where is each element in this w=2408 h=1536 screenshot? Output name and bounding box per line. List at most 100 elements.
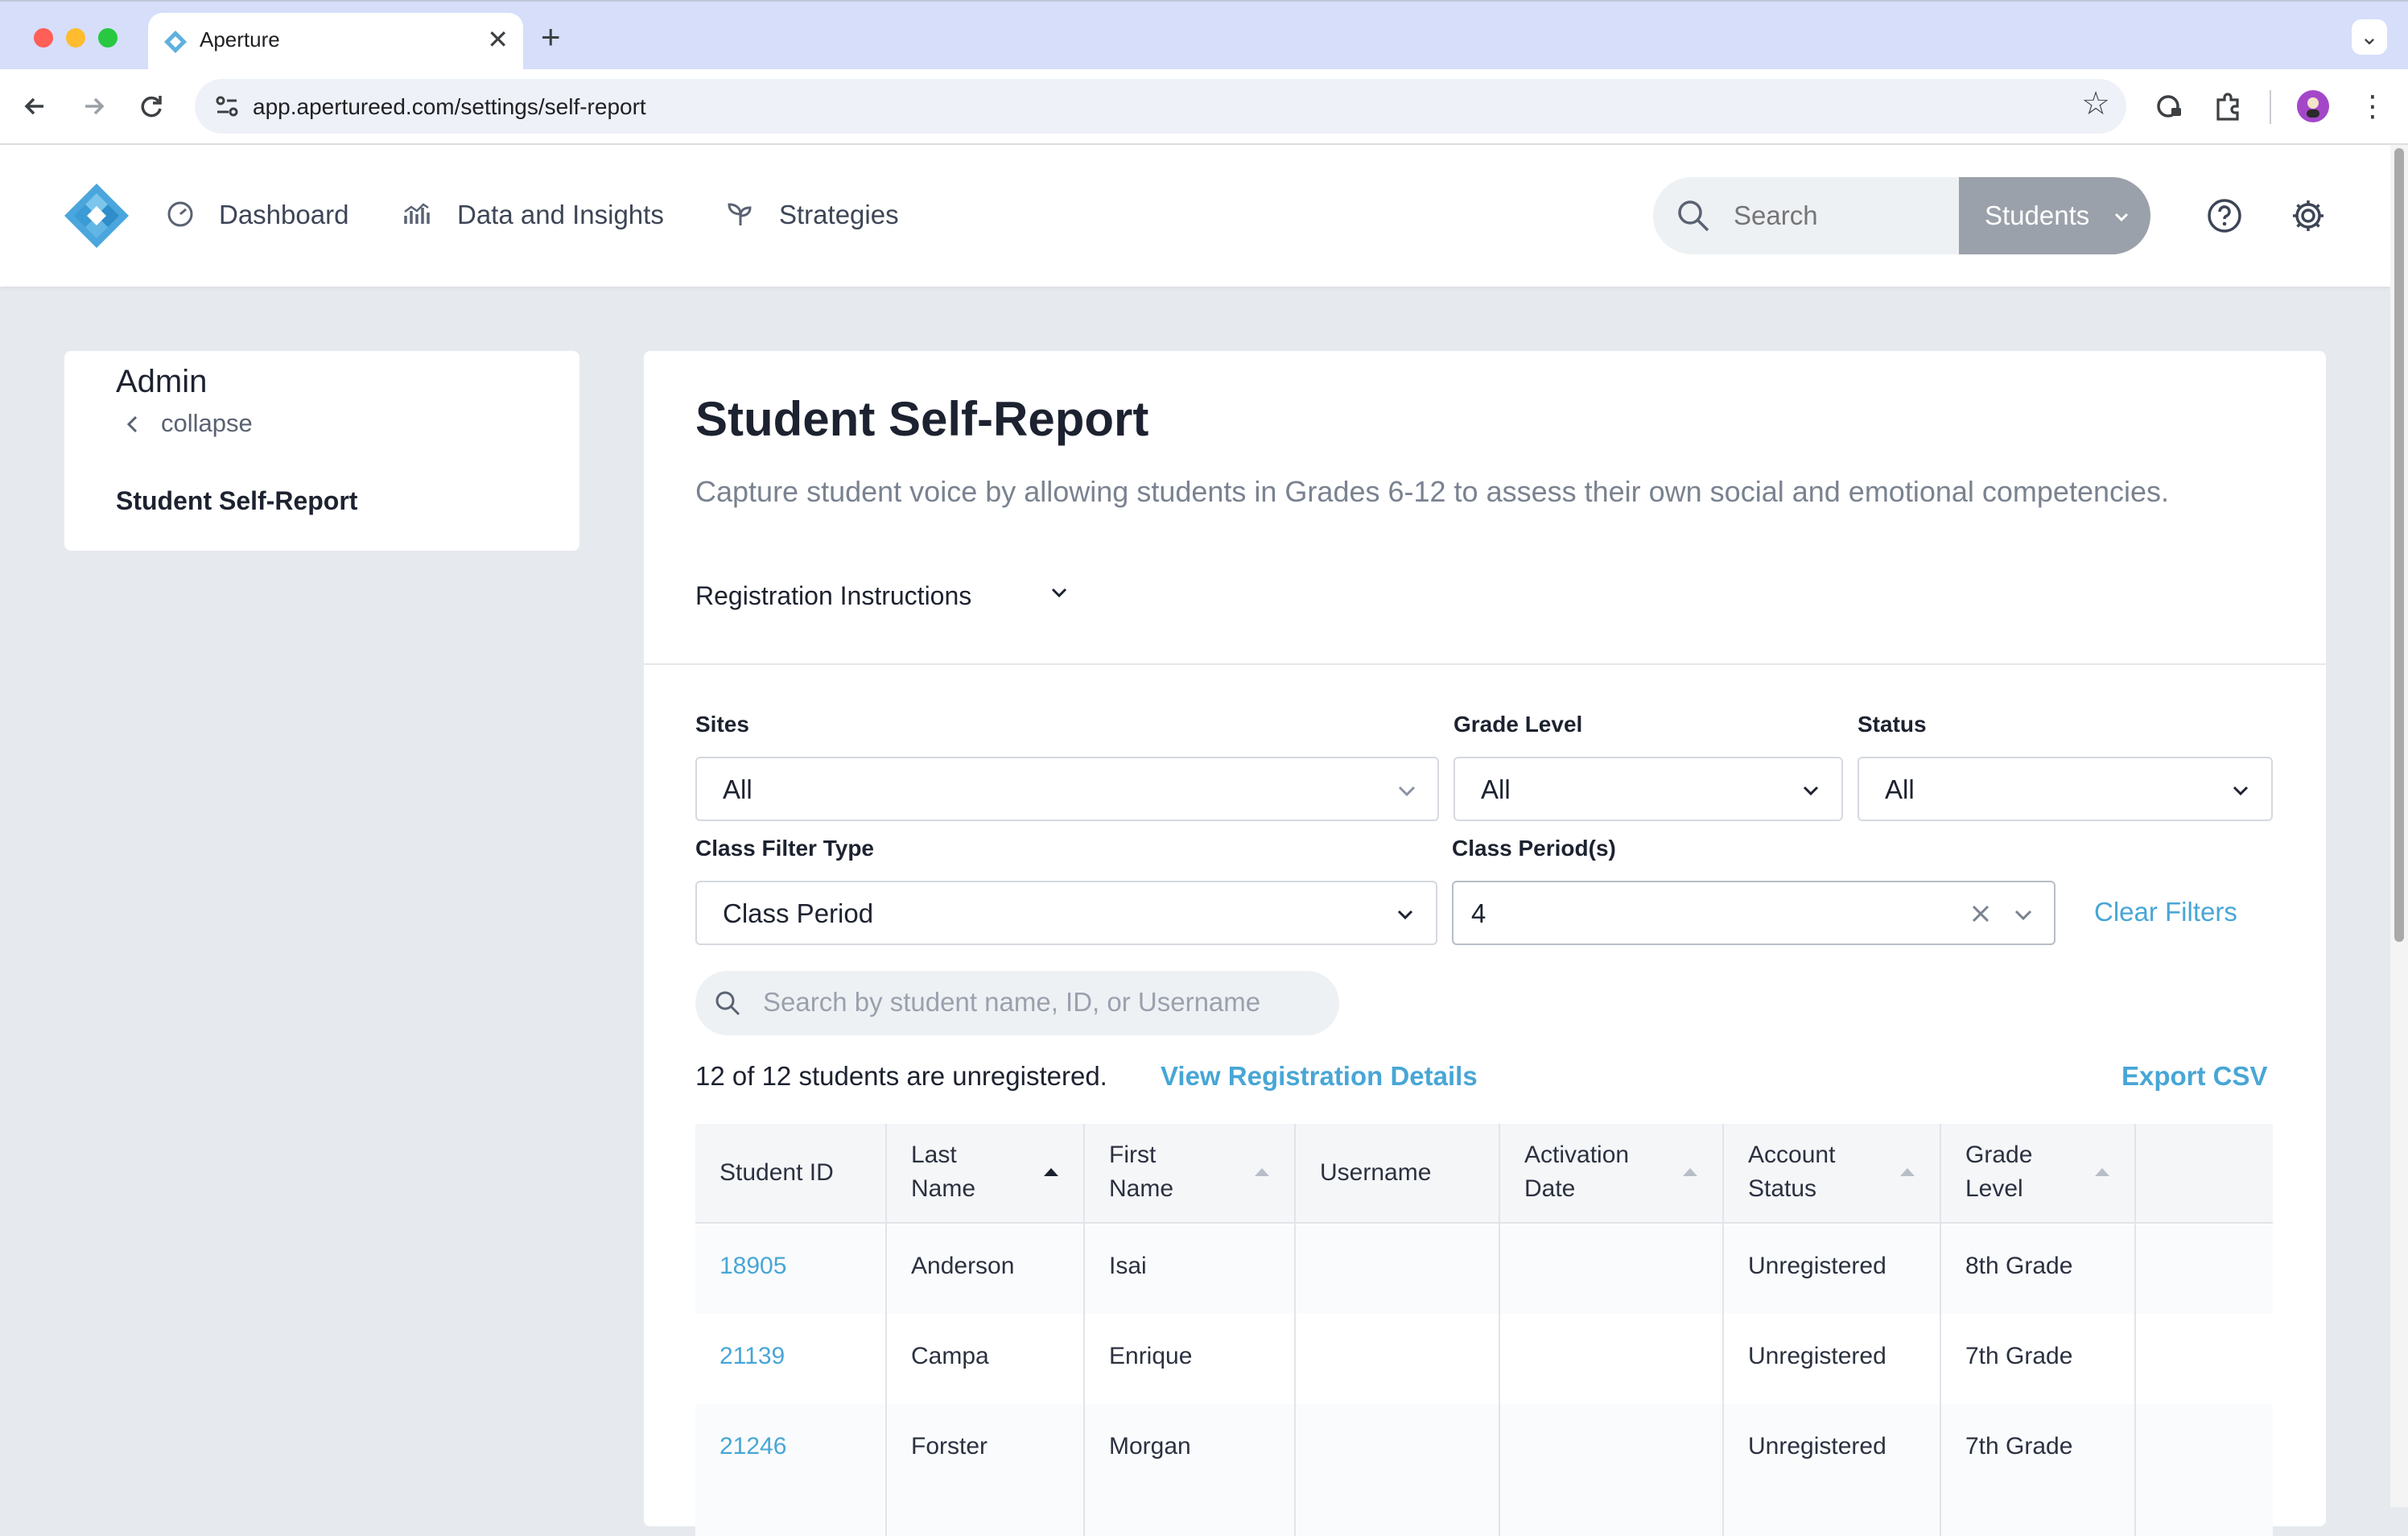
view-registration-details-link[interactable]: View Registration Details [1161,1061,1478,1092]
bookmark-star-icon[interactable]: ☆ [2081,85,2110,122]
account-status-cell: Unregistered [1748,1433,1886,1460]
column-divider [1294,1124,1296,1536]
search-icon [715,991,740,1016]
sidebar-item-student-self-report[interactable]: Student Self-Report [116,486,357,516]
column-header-student-id[interactable]: Student ID [695,1124,887,1224]
profile-avatar-icon[interactable] [2294,87,2332,126]
nav-strategies[interactable]: Strategies [779,200,899,230]
student-id-link[interactable]: 21246 [720,1433,786,1460]
chevron-down-icon [2114,213,2129,222]
column-header-username[interactable]: Username [1296,1124,1500,1224]
search-scope-dropdown[interactable]: Students [1959,177,2150,254]
global-search: Students [1653,177,2150,254]
sites-select[interactable]: All [695,757,1439,821]
column-divider [1722,1124,1724,1536]
maximize-window-button[interactable] [98,28,118,47]
site-settings-icon[interactable] [211,90,243,122]
account-status-cell: Unregistered [1748,1253,1886,1279]
app-header: Dashboard Data and Insights Strategies S… [0,145,2390,287]
page-scrollbar[interactable] [2390,145,2408,1507]
sort-icon [1683,1168,1697,1176]
sidebar-collapse-link[interactable]: collapse [161,409,253,438]
column-header-grade-level[interactable]: Grade Level [1941,1124,2136,1224]
registration-instructions-label: Registration Instructions [695,581,972,610]
chevron-down-icon [2233,786,2249,796]
student-search-placeholder: Search by student name, ID, or Username [763,987,1261,1017]
status-value: All [1885,774,1915,804]
chevron-left-icon[interactable] [121,412,145,436]
clear-selection-icon[interactable] [1967,900,1994,927]
column-header-first-name[interactable]: First Name [1085,1124,1296,1224]
first-name-cell: Isai [1109,1253,1147,1279]
account-status-cell: Unregistered [1748,1343,1886,1369]
sort-ascending-icon [1044,1168,1058,1176]
grade-level-label: Grade Level [1453,712,1583,737]
search-scope-label: Students [1985,200,2090,230]
admin-sidebar: Admin collapse Student Self-Report [64,351,579,551]
sites-label: Sites [695,712,749,737]
help-icon[interactable] [2205,196,2244,235]
nav-data-and-insights[interactable]: Data and Insights [457,200,664,230]
table-row[interactable] [695,1404,2273,1536]
clear-filters-link[interactable]: Clear Filters [2094,897,2237,927]
class-filter-type-label: Class Filter Type [695,836,875,861]
sidebar-title: Admin [116,364,208,399]
browser-menu-icon[interactable]: ⋮ [2353,87,2392,126]
address-bar[interactable]: app.apertureed.com/settings/self-report … [195,79,2126,134]
export-csv-link[interactable]: Export CSV [2121,1061,2268,1092]
column-divider [2134,1124,2136,1536]
main-content-card: Student Self-Report Capture student voic… [644,351,2326,1536]
gear-icon[interactable] [2289,196,2328,235]
close-window-button[interactable] [34,28,53,47]
browser-tab-aperture[interactable]: Aperture ✕ [148,13,523,71]
grade-level-cell: 7th Grade [1965,1343,2073,1369]
page-description: Capture student voice by allowing studen… [695,475,2170,508]
aperture-logo-icon[interactable] [63,182,130,250]
bar-chart-icon [404,203,430,224]
section-divider [644,663,2326,665]
nav-dashboard[interactable]: Dashboard [219,200,348,230]
column-header-account-status[interactable]: Account Status [1724,1124,1941,1224]
status-label: Status [1858,712,1927,737]
column-divider [1083,1124,1085,1536]
column-header-last-name[interactable]: Last Name [887,1124,1085,1224]
reload-icon[interactable] [132,87,171,126]
back-arrow-icon[interactable] [16,87,55,126]
class-filter-type-select[interactable]: Class Period [695,881,1437,945]
grade-level-select[interactable]: All [1453,757,1843,821]
minimize-window-button[interactable] [66,28,85,47]
student-id-link[interactable]: 18905 [720,1253,786,1280]
browser-tab-bar: Aperture ✕ + ⌄ [0,0,2408,71]
student-search-field[interactable]: Search by student name, ID, or Username [695,971,1339,1035]
forward-arrow-icon[interactable] [74,87,113,126]
last-name-cell: Anderson [911,1253,1015,1279]
global-search-input[interactable] [1734,177,1959,254]
browser-toolbar: app.apertureed.com/settings/self-report … [0,69,2408,145]
extensions-puzzle-icon[interactable] [2208,87,2247,126]
tab-search-chevron-icon[interactable]: ⌄ [2352,19,2387,55]
chevron-down-icon [1051,588,1067,598]
page-title: Student Self-Report [695,392,1149,446]
sort-icon [2095,1168,2109,1176]
sprout-icon [728,203,752,225]
column-header-activation-date[interactable]: Activation Date [1500,1124,1724,1224]
chevron-down-icon [1398,786,1416,797]
registration-instructions-toggle[interactable]: Registration Instructions [695,581,1067,611]
class-filter-type-value: Class Period [723,898,874,928]
scrollbar-thumb[interactable] [2394,148,2404,942]
url-text: app.apertureed.com/settings/self-report [253,94,646,119]
column-header-actions [2136,1124,2273,1224]
chevron-down-icon [2014,910,2032,921]
dashboard-gauge-icon [167,201,193,227]
status-select[interactable]: All [1858,757,2273,821]
toolbar-divider [2270,90,2271,124]
tab-close-icon[interactable]: ✕ [487,24,509,55]
grade-level-cell: 8th Grade [1965,1253,2073,1279]
class-periods-select[interactable]: 4 [1452,881,2055,945]
column-divider [1499,1124,1500,1536]
password-manager-icon[interactable] [2150,87,2189,126]
last-name-cell: Campa [911,1343,989,1369]
new-tab-button[interactable]: + [541,18,561,56]
student-id-link[interactable]: 21139 [720,1343,785,1370]
sites-value: All [723,774,752,804]
